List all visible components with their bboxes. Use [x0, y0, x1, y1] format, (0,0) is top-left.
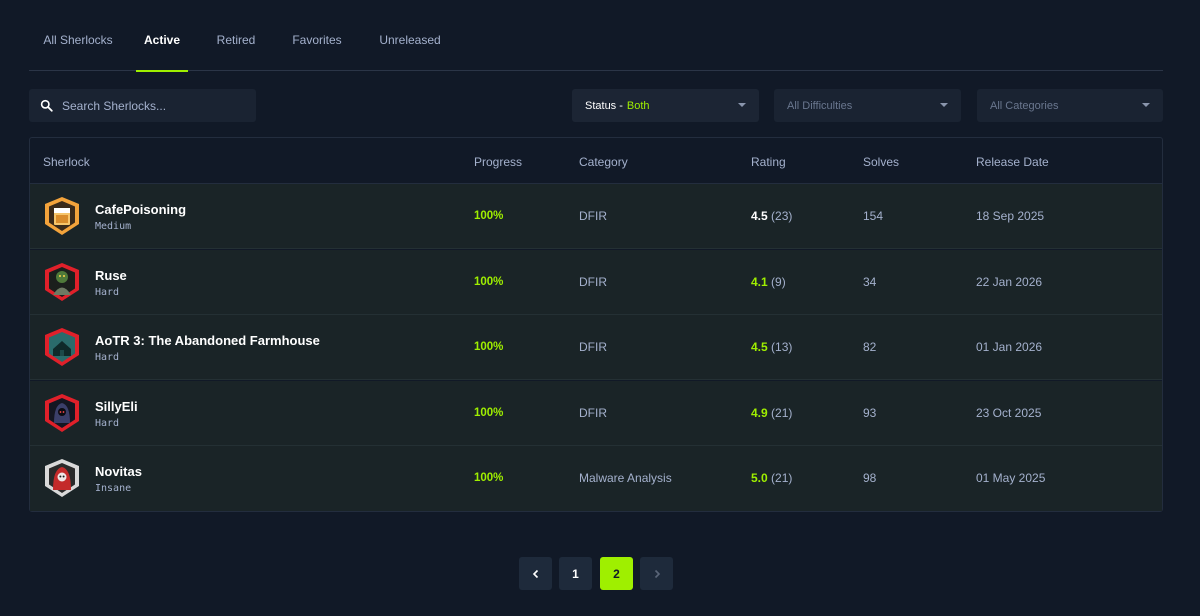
sherlock-difficulty: Hard — [95, 352, 120, 363]
rating-value: 4.9 (21) — [751, 381, 792, 446]
rating-score: 4.1 — [751, 274, 768, 289]
sherlock-name[interactable]: Novitas — [95, 464, 142, 480]
status-filter-value: Both — [626, 99, 650, 112]
category-value: Malware Analysis — [579, 471, 672, 485]
category-value: DFIR — [579, 209, 607, 223]
sherlock-name-block: AoTR 3: The Abandoned Farmhouse Hard — [95, 333, 320, 365]
header-sherlock[interactable]: Sherlock — [43, 138, 90, 186]
solves-value: 98 — [863, 471, 877, 485]
difficulty-filter[interactable]: All Difficulties — [774, 89, 961, 122]
rating-score: 4.5 — [751, 340, 768, 354]
sherlock-name[interactable]: Ruse — [95, 268, 127, 284]
table-header: Sherlock Progress Category Rating Solves… — [30, 138, 1162, 184]
header-release-date[interactable]: Release Date — [976, 138, 1049, 186]
table-row[interactable]: SillyEli Hard 100% DFIR 4.9 (21) 93 23 O… — [30, 380, 1162, 446]
rating-count: (21) — [771, 471, 793, 485]
category-filter-value: All Categories — [990, 99, 1059, 112]
page-button-2[interactable]: 2 — [600, 557, 633, 590]
sherlock-tabs: All Sherlocks Active Retired Favorites U… — [29, 0, 1163, 72]
category-value: DFIR — [579, 405, 607, 420]
header-rating[interactable]: Rating — [751, 138, 786, 186]
rating-value: 5.0 (21) — [751, 446, 792, 511]
progress-value: 100% — [474, 406, 504, 419]
category-value: DFIR — [579, 274, 607, 289]
rating-count: (9) — [771, 274, 786, 289]
rating-count: (23) — [771, 209, 793, 223]
sherlocks-table: Sherlock Progress Category Rating Solves… — [29, 137, 1163, 512]
status-filter[interactable]: Status - Both — [572, 89, 759, 122]
tab-unreleased[interactable]: Unreleased — [379, 0, 441, 71]
sherlock-name-block: Novitas Insane — [95, 464, 142, 496]
rating-score: 5.0 — [751, 471, 768, 485]
rating-value: 4.5 (13) — [751, 315, 792, 380]
reaper-icon — [45, 459, 79, 497]
category-filter[interactable]: All Categories — [977, 89, 1163, 122]
solves-value: 154 — [863, 209, 884, 223]
solves-value: 34 — [863, 274, 877, 289]
sherlock-difficulty: Hard — [95, 286, 120, 298]
chevron-down-icon — [738, 103, 746, 107]
sherlock-name-block: CafePoisoning Medium — [95, 202, 186, 234]
sherlock-name[interactable]: CafePoisoning — [95, 202, 186, 218]
release-date-value: 01 Jan 2026 — [976, 340, 1043, 354]
coffee-cup-icon — [45, 197, 79, 235]
chevron-right-icon — [654, 569, 660, 578]
tab-favorites[interactable]: Favorites — [292, 0, 342, 71]
rating-score: 4.9 — [751, 405, 768, 420]
sherlock-name[interactable]: AoTR 3: The Abandoned Farmhouse — [95, 333, 320, 349]
sherlock-name-block: Ruse Hard — [95, 268, 127, 300]
sherlock-name[interactable]: SillyEli — [95, 399, 138, 415]
rating-count: (13) — [771, 340, 793, 354]
next-page-button[interactable] — [640, 557, 673, 590]
tab-retired[interactable]: Retired — [215, 0, 257, 71]
chevron-down-icon — [940, 103, 948, 107]
progress-value: 100% — [474, 472, 504, 484]
header-category[interactable]: Category — [579, 138, 628, 186]
search-box[interactable] — [29, 89, 256, 122]
farmhouse-icon — [45, 328, 79, 366]
chevron-left-icon — [532, 569, 538, 578]
sherlock-name-block: SillyEli Hard — [95, 399, 138, 431]
difficulty-filter-value: All Difficulties — [787, 99, 853, 112]
rating-count: (21) — [771, 405, 793, 420]
search-input[interactable] — [62, 98, 242, 113]
release-date-value: 22 Jan 2026 — [976, 274, 1043, 289]
prev-page-button[interactable] — [519, 557, 552, 590]
tab-all-sherlocks[interactable]: All Sherlocks — [39, 0, 117, 71]
release-date-value: 18 Sep 2025 — [976, 209, 1045, 223]
chevron-down-icon — [1142, 103, 1150, 107]
table-row[interactable]: Novitas Insane 100% Malware Analysis 5.0… — [30, 446, 1162, 511]
hooded-figure-icon — [45, 393, 79, 432]
rating-value: 4.5 (23) — [751, 184, 792, 249]
rating-score: 4.5 — [751, 209, 768, 223]
header-progress[interactable]: Progress — [474, 138, 522, 186]
header-solves[interactable]: Solves — [863, 138, 899, 186]
table-row[interactable]: AoTR 3: The Abandoned Farmhouse Hard 100… — [30, 315, 1162, 380]
tab-active[interactable]: Active — [136, 0, 188, 72]
release-date-value: 01 May 2025 — [976, 471, 1046, 485]
solves-value: 82 — [863, 340, 877, 354]
sherlock-difficulty: Insane — [95, 483, 132, 494]
table-row[interactable]: Ruse Hard 100% DFIR 4.1 (9) 34 22 Jan 20… — [30, 249, 1162, 315]
progress-value: 100% — [474, 210, 504, 222]
progress-value: 100% — [474, 341, 504, 353]
category-value: DFIR — [579, 340, 607, 354]
release-date-value: 23 Oct 2025 — [976, 405, 1042, 420]
progress-value: 100% — [474, 275, 504, 288]
status-filter-label: Status - — [585, 99, 623, 112]
page-button-1[interactable]: 1 — [559, 557, 592, 590]
search-icon — [40, 99, 53, 112]
solves-value: 93 — [863, 405, 877, 420]
goblin-icon — [45, 262, 79, 301]
rating-value: 4.1 (9) — [751, 250, 786, 315]
sherlock-difficulty: Hard — [95, 417, 120, 429]
table-row[interactable]: CafePoisoning Medium 100% DFIR 4.5 (23) … — [30, 184, 1162, 249]
sherlock-difficulty: Medium — [95, 221, 132, 232]
